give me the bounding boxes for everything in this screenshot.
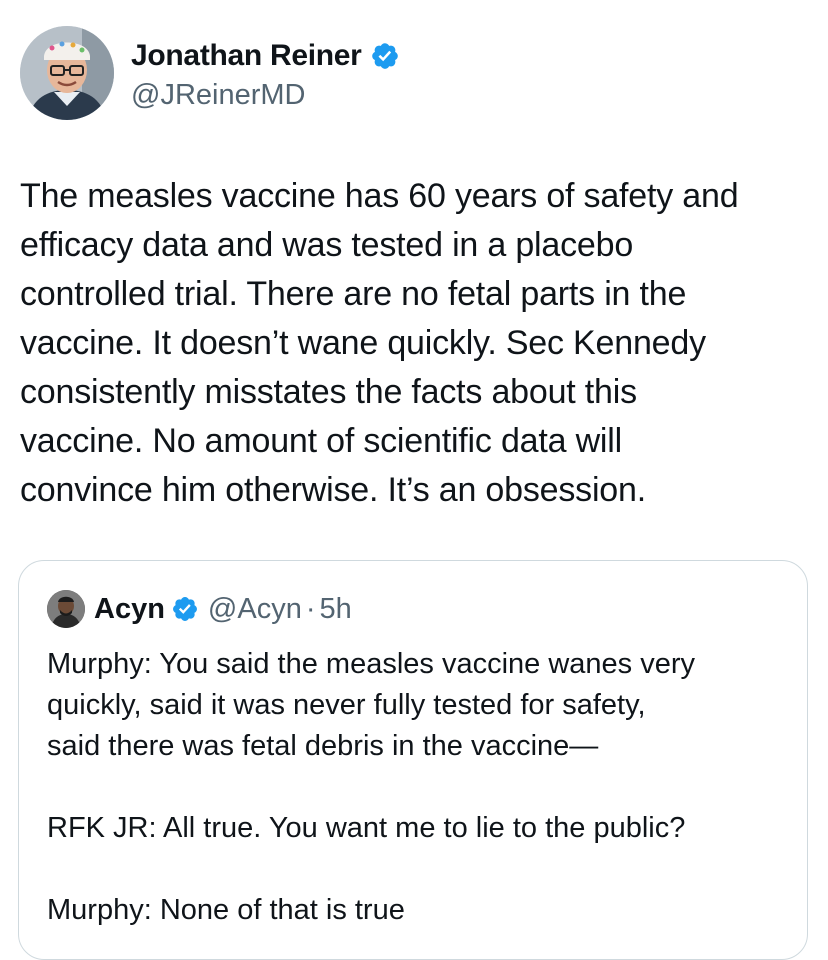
quoted-author-handle[interactable]: @Acyn (208, 593, 302, 626)
quoted-text-line: quickly, said it was never fully tested … (47, 689, 646, 721)
author-handle[interactable]: @JReinerMD (131, 79, 400, 112)
tweet: Jonathan Reiner @JReinerMD The measles v… (0, 0, 828, 960)
quoted-tweet-header: Acyn @Acyn · 5h (47, 589, 352, 629)
separator-dot: · (305, 592, 316, 625)
author-row: Jonathan Reiner @JReinerMD (20, 26, 400, 120)
quoted-text-line: RFK JR: All true. You want me to lie to … (47, 812, 686, 844)
quoted-tweet-card[interactable]: Acyn @Acyn · 5h Murphy: You said the mea… (18, 560, 808, 960)
tweet-text-line: controlled trial. There are no fetal par… (20, 275, 687, 313)
tweet-text: The measles vaccine has 60 years of safe… (20, 172, 810, 515)
tweet-text-line: consistently misstates the facts about t… (20, 373, 637, 411)
tweet-text-line: The measles vaccine has 60 years of safe… (20, 177, 739, 215)
quoted-tweet-timestamp[interactable]: 5h (320, 593, 352, 626)
quoted-text-line: said there was fetal debris in the vacci… (47, 730, 599, 762)
quoted-text-line: Murphy: You said the measles vaccine wan… (47, 648, 696, 680)
tweet-text-line: convince him otherwise. It’s an obsessio… (20, 471, 646, 509)
quoted-tweet-text: Murphy: You said the measles vaccine wan… (47, 644, 787, 931)
verified-badge-icon (371, 42, 398, 69)
author-names: Jonathan Reiner @JReinerMD (131, 35, 400, 112)
author-display-name[interactable]: Jonathan Reiner (131, 39, 362, 73)
quoted-author-avatar[interactable] (47, 590, 85, 628)
author-avatar[interactable] (20, 26, 114, 120)
tweet-text-line: vaccine. No amount of scientific data wi… (20, 422, 622, 460)
tweet-text-line: vaccine. It doesn’t wane quickly. Sec Ke… (20, 324, 706, 362)
tweet-text-line: efficacy data and was tested in a placeb… (20, 226, 634, 264)
verified-badge-icon (172, 597, 197, 621)
quoted-text-line: Murphy: None of that is true (47, 894, 405, 926)
quoted-author-display-name[interactable]: Acyn (94, 593, 165, 626)
display-name-row: Jonathan Reiner (131, 35, 400, 77)
